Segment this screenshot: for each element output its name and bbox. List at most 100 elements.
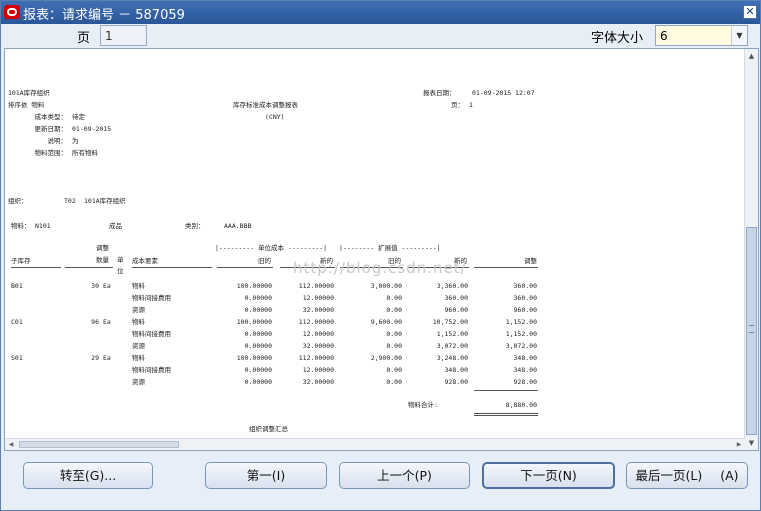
hscrollbar-thumb[interactable]: [19, 441, 179, 448]
cost-element-cell: 物料: [132, 282, 145, 290]
scrollbar-thumb[interactable]: [746, 227, 757, 435]
qty-cell: 30: [91, 282, 99, 290]
old-cost-cell: 0.00000: [244, 342, 272, 350]
old-cost-cell: 0.00000: [244, 294, 272, 302]
param-label: 说明：: [47, 137, 68, 145]
header-rule: [11, 267, 61, 268]
cost-element-header: 成本要素: [132, 257, 158, 265]
page-label: 页: [77, 31, 91, 46]
page-input[interactable]: 1: [100, 25, 147, 46]
adjustment-cell: 348.00: [513, 366, 537, 374]
new-cost-cell: 112.00000: [298, 282, 334, 290]
adjust-qty-header: 调整: [96, 244, 109, 252]
ext-new-cell: 1,152.00: [436, 330, 468, 338]
adjustment-cell: 360.00: [513, 282, 537, 290]
total-value: 8,880.00: [505, 401, 537, 409]
item-value: N101: [35, 222, 51, 230]
item-label: 物料：: [11, 222, 31, 230]
report-viewer: 101A库存组织 报表日期： 01-09-2015 12:07 排序依 物料 库…: [4, 48, 759, 451]
report-org-name: 101A库存组织: [8, 89, 50, 97]
param-value: 为: [72, 137, 79, 145]
ext-new-cell: 3,248.00: [436, 354, 468, 362]
report-page-value: 1: [469, 101, 473, 109]
org-line-label: 组织：: [8, 197, 28, 205]
adjustment-cell: 348.00: [513, 354, 537, 362]
header-rule: [132, 267, 212, 268]
scroll-left-icon[interactable]: ◀: [5, 439, 17, 450]
chevron-down-icon[interactable]: ▼: [731, 26, 747, 45]
total-double-rule: [474, 413, 538, 416]
cost-element-cell: 资源: [132, 342, 145, 350]
close-button[interactable]: ✕: [743, 5, 757, 19]
toolbar: 页 1 字体大小 6 ▼: [1, 24, 760, 48]
cost-element-cell: 物料间接费用: [132, 366, 171, 374]
cost-element-cell: 物料间接费用: [132, 330, 171, 338]
scroll-down-icon[interactable]: ▼: [745, 436, 758, 450]
ext-old-cell: 0.00: [386, 342, 402, 350]
param-label: 更新日期：: [34, 125, 68, 133]
summary-title: 组织调整汇总: [249, 425, 288, 433]
scroll-right-icon[interactable]: ▶: [733, 439, 745, 450]
scroll-up-icon[interactable]: ▲: [745, 49, 758, 63]
old-cost-cell: 100.00000: [236, 318, 272, 326]
ext-old-cell: 3,000.00: [370, 282, 402, 290]
qty-cell: 96: [91, 318, 99, 326]
unit-cost-group-header: |--------- 单位成本 ---------|: [215, 244, 328, 252]
adjustment-header: 调整: [524, 257, 537, 265]
cost-element-cell: 物料: [132, 318, 145, 326]
new-cost-cell: 12.00000: [302, 330, 334, 338]
qty-cell: 29: [91, 354, 99, 362]
cost-element-cell: 物料间接费用: [132, 294, 171, 302]
new-cost-cell: 112.00000: [298, 354, 334, 362]
watermark: http://blog.csdn.net/: [293, 259, 467, 277]
cost-element-cell: 物料: [132, 354, 145, 362]
last-page-button[interactable]: 最后一页(L) (A): [626, 462, 748, 489]
next-page-button[interactable]: 下一页(N): [482, 462, 615, 489]
old-cost-cell: 0.00000: [244, 378, 272, 386]
adjust-qty-header: 数量: [96, 256, 109, 264]
report-title: 库存标准成本调整报表: [233, 101, 298, 109]
horizontal-scrollbar[interactable]: ◀ ▶: [5, 438, 745, 450]
adjustment-cell: 960.00: [513, 306, 537, 314]
subinventory-cell: S01: [11, 354, 23, 362]
category-label: 类别：: [185, 222, 205, 230]
button-bar: 转至(G)... 第一(I) 上一个(P) 下一页(N) 最后一页(L) (A): [1, 451, 760, 510]
uom-cell: Ea: [103, 318, 111, 326]
uom-header: 位: [117, 267, 124, 275]
ext-old-cell: 0.00: [386, 306, 402, 314]
ext-new-cell: 3,360.00: [436, 282, 468, 290]
org-line-name: 101A库存组织: [84, 197, 126, 205]
adjustment-cell: 1,152.00: [505, 330, 537, 338]
old-cost-cell: 100.00000: [236, 282, 272, 290]
adjustment-cell: 360.00: [513, 294, 537, 302]
font-size-select[interactable]: 6 ▼: [655, 25, 748, 46]
total-rule: [474, 390, 538, 391]
new-cost-cell: 12.00000: [302, 366, 334, 374]
param-label: 物料范围：: [34, 149, 68, 157]
header-rule: [65, 267, 113, 268]
title-bar: 报表：请求编号 － 587059 ✕: [1, 1, 760, 24]
cost-element-cell: 资源: [132, 306, 145, 314]
cost-element-cell: 资源: [132, 378, 145, 386]
vertical-scrollbar[interactable]: ▲ ▼: [744, 49, 758, 450]
uom-cell: Ea: [103, 354, 111, 362]
goto-button[interactable]: 转至(G)...: [23, 462, 153, 489]
param-value: 所有物料: [72, 149, 98, 157]
param-label: 成本类型：: [34, 113, 68, 121]
ext-old-cell: 0.00: [386, 294, 402, 302]
first-page-button[interactable]: 第一(I): [205, 462, 327, 489]
last-page-accel: (A): [720, 468, 739, 483]
param-value: 01-09-2015: [72, 125, 112, 133]
header-rule: [474, 267, 538, 268]
oracle-logo-icon: [4, 5, 20, 19]
old-cost-cell: 0.00000: [244, 330, 272, 338]
ext-new-cell: 10,752.00: [432, 318, 468, 326]
adjustment-cell: 3,072.00: [505, 342, 537, 350]
ext-new-cell: 960.00: [444, 306, 468, 314]
previous-page-button[interactable]: 上一个(P): [339, 462, 470, 489]
subinventory-cell: C01: [11, 318, 23, 326]
param-value: 待定: [72, 113, 85, 121]
org-line-code: T02: [64, 197, 76, 205]
subinventory-header: 子库存: [11, 257, 31, 265]
ext-old-cell: 9,600.00: [370, 318, 402, 326]
